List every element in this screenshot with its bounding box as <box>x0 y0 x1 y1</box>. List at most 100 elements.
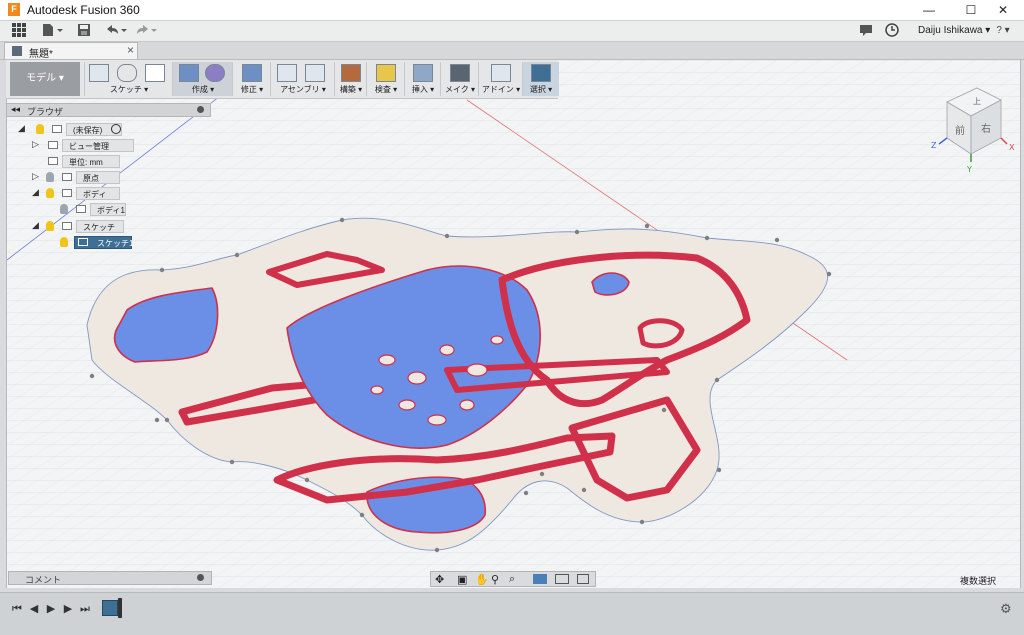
design-toolbar: モデル ▾ スケッチ ▾ 作成 ▾ 修正 ▾ アセンブリ ▾ 構築 ▾ 検査 ▾… <box>6 60 559 99</box>
selection-mode-status: 複数選択 <box>960 576 997 586</box>
workspace-switcher-button[interactable]: モデル ▾ <box>10 62 80 96</box>
document-tab-row: 無題* × <box>0 42 1024 60</box>
insert-tool-group[interactable]: 挿入 ▾ <box>404 62 441 96</box>
tree-root-node[interactable]: ◢ (未保存) <box>18 123 218 137</box>
sketch-icon <box>78 238 88 246</box>
construct-tool-group[interactable]: 構築 ▾ <box>334 62 367 96</box>
viewcube-right-label: 右 <box>981 122 991 135</box>
tree-node-label: スケッチ <box>76 220 124 233</box>
look-at-icon[interactable]: ▣ <box>457 573 467 586</box>
3d-print-icon[interactable] <box>450 64 470 82</box>
insert-group-label: 挿入 ▾ <box>411 85 435 94</box>
visibility-bulb-icon[interactable] <box>60 237 68 247</box>
tree-node-origin[interactable]: ▷ 原点 <box>32 171 212 185</box>
tree-node-sketch1[interactable]: スケッチ1 <box>58 236 218 250</box>
timeline-marker[interactable] <box>118 598 122 618</box>
tree-node-label: 単位: mm <box>62 155 120 168</box>
tree-node-body1[interactable]: ボディ1 <box>58 203 218 217</box>
extrude-box-icon[interactable] <box>179 64 199 82</box>
activate-radio-icon[interactable] <box>111 124 121 134</box>
create-tool-group[interactable]: 作成 ▾ <box>172 62 233 96</box>
inspect-tool-group[interactable]: 検査 ▾ <box>366 62 405 96</box>
construct-group-label: 構築 ▾ <box>339 85 363 94</box>
fit-zoom-icon[interactable]: ⌕ <box>509 573 515 586</box>
visibility-bulb-icon[interactable] <box>46 221 54 231</box>
folder-icon <box>48 141 58 149</box>
select-cursor-icon[interactable] <box>531 64 551 82</box>
modify-group-label: 修正 ▾ <box>240 85 264 94</box>
insert-image-icon[interactable] <box>413 64 433 82</box>
addins-tool-group[interactable]: アドイン ▾ <box>478 62 523 96</box>
visibility-bulb-icon[interactable] <box>36 124 44 134</box>
notifications-icon[interactable] <box>858 23 874 39</box>
make-tool-group[interactable]: メイク ▾ <box>440 62 479 96</box>
zoom-icon[interactable]: ⚲ <box>491 573 499 586</box>
browser-panel-header[interactable]: ◂◂ ブラウザ <box>6 103 211 117</box>
help-menu-icon[interactable]: ? ▾ <box>990 23 1016 39</box>
play-icon[interactable]: ▶ <box>44 602 58 616</box>
visibility-bulb-icon[interactable] <box>46 188 54 198</box>
job-status-clock-icon[interactable] <box>884 23 900 39</box>
timeline-sketch-feature-icon[interactable] <box>102 600 118 616</box>
tree-node-named-views[interactable]: ▷ ビュー管理 <box>32 139 212 153</box>
scripts-addins-icon[interactable] <box>491 64 511 82</box>
data-panel-grid-icon[interactable] <box>10 23 28 39</box>
close-window-button[interactable]: ✕ <box>986 0 1020 20</box>
add-comment-icon[interactable] <box>197 574 204 581</box>
go-to-start-icon[interactable]: ⏮ <box>10 602 24 616</box>
tree-node-bodies[interactable]: ◢ ボディ <box>32 187 212 201</box>
document-cube-icon <box>12 46 22 56</box>
comments-panel[interactable]: コメント <box>8 571 212 585</box>
browser-title: ブラウザ <box>27 107 64 117</box>
grid-snap-icon[interactable] <box>555 574 569 584</box>
close-tab-icon[interactable]: × <box>127 43 134 57</box>
viewports-icon[interactable] <box>577 574 589 584</box>
file-menu-icon[interactable] <box>40 23 64 39</box>
window-title: Autodesk Fusion 360 <box>27 3 140 17</box>
create-group-label: 作成 ▾ <box>191 85 215 94</box>
undo-icon[interactable] <box>104 23 128 39</box>
create-sketch-icon[interactable] <box>89 64 109 82</box>
line-arc-icon[interactable] <box>117 64 137 82</box>
browser-options-icon[interactable] <box>197 106 204 113</box>
maximize-button[interactable]: ☐ <box>954 0 988 20</box>
pan-hand-icon[interactable]: ✋ <box>475 573 489 586</box>
viewcube-front-label: 前 <box>955 124 965 137</box>
display-settings-icon[interactable] <box>533 574 547 584</box>
visibility-bulb-icon[interactable] <box>46 172 54 182</box>
offset-plane-icon[interactable] <box>341 64 361 82</box>
form-sphere-icon[interactable] <box>205 64 225 82</box>
tree-node-label: ボディ1 <box>90 203 126 216</box>
tree-node-label: 原点 <box>76 171 120 184</box>
orbit-icon[interactable]: ✥ <box>435 573 444 586</box>
measure-ruler-icon[interactable] <box>376 64 396 82</box>
document-tab[interactable]: 無題* × <box>4 42 138 60</box>
rectangle-icon[interactable] <box>145 64 165 82</box>
step-forward-icon[interactable]: ▶ <box>61 602 75 616</box>
axis-x-label: X <box>1009 143 1015 152</box>
timeline-settings-gear-icon[interactable]: ⚙ <box>1000 601 1012 617</box>
tree-node-sketches[interactable]: ◢ スケッチ <box>32 220 212 234</box>
fusion-app-icon: F <box>8 3 20 16</box>
addins-group-label: アドイン ▾ <box>481 85 521 94</box>
inspect-group-label: 検査 ▾ <box>374 85 398 94</box>
select-tool-group[interactable]: 選択 ▾ <box>522 62 559 96</box>
sketch-tool-group[interactable]: スケッチ ▾ <box>84 62 173 96</box>
minimize-button[interactable]: — <box>912 0 946 20</box>
collapse-browser-icon[interactable]: ◂◂ <box>11 104 20 115</box>
redo-icon[interactable] <box>134 23 158 39</box>
folder-icon <box>62 189 72 197</box>
folder-icon <box>62 222 72 230</box>
window-title-bar: F Autodesk Fusion 360 — ☐ ✕ <box>0 0 1024 21</box>
go-to-end-icon[interactable]: ⏭ <box>78 602 92 616</box>
joint-icon[interactable] <box>305 64 325 82</box>
new-component-icon[interactable] <box>277 64 297 82</box>
tree-node-units[interactable]: 単位: mm <box>46 155 206 169</box>
modify-tool-group[interactable]: 修正 ▾ <box>232 62 271 96</box>
visibility-bulb-icon[interactable] <box>60 204 68 214</box>
step-back-icon[interactable]: ◀ <box>27 602 41 616</box>
assemble-tool-group[interactable]: アセンブリ ▾ <box>270 62 335 96</box>
press-pull-icon[interactable] <box>242 64 262 82</box>
user-account-menu[interactable]: Daiju Ishikawa ▾ <box>918 25 990 36</box>
save-icon[interactable] <box>76 23 92 39</box>
